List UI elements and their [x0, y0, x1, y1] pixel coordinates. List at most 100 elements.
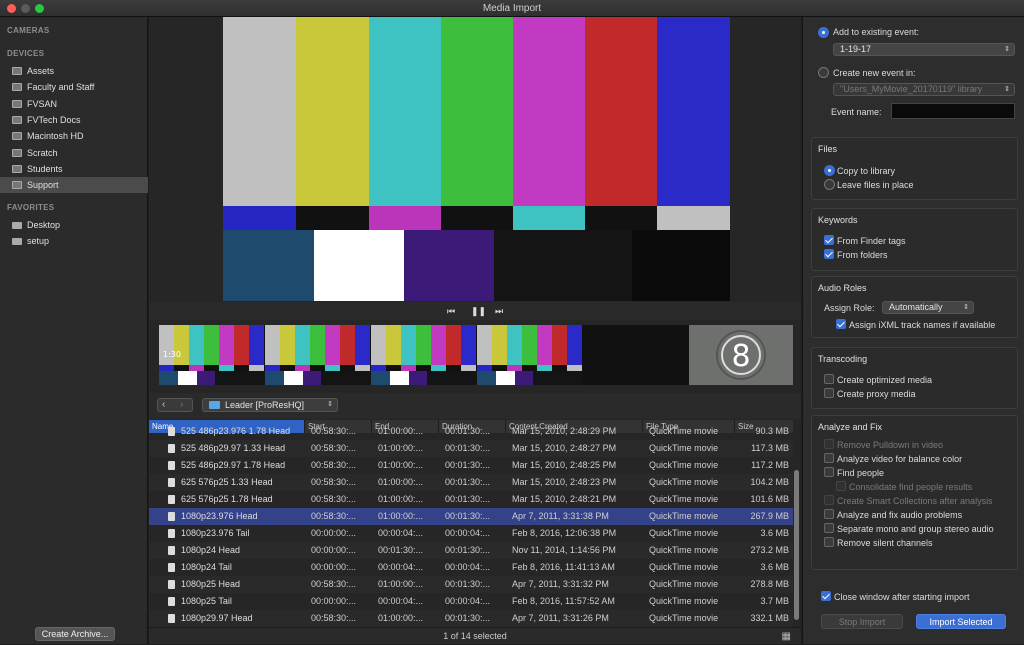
browser-toolbar: ‹ › Leader [ProResHQ] ⇕	[149, 393, 801, 419]
cell-name: 1080p23.976 Head	[181, 511, 258, 521]
sidebar-item-students[interactable]: Students	[0, 161, 148, 177]
table-scrollbar[interactable]	[793, 420, 801, 627]
cell-duration: 00:01:30:...	[445, 494, 491, 504]
table-row[interactable]: 1080p25 Tail 00:00:00:... 00:00:04:... 00:0…	[149, 593, 793, 610]
table-row[interactable]: 525 486p29.97 1.33 Head 00:58:30:... 01:00…	[149, 440, 793, 457]
assign-role-popup[interactable]: Automatically ⇕	[882, 301, 974, 314]
table-row[interactable]: 1080p23.976 Head 00:58:30:... 01:00:00:...…	[149, 508, 793, 525]
assign-ixml-label: Assign iXML track names if available	[849, 320, 996, 330]
sidebar-item-assets[interactable]: Assets	[0, 63, 148, 79]
optimized-media-checkbox[interactable]	[824, 374, 834, 384]
chevron-updown-icon: ⇕	[1004, 86, 1010, 93]
leave-files-radio[interactable]	[824, 179, 835, 190]
balance-color-checkbox[interactable]	[824, 453, 834, 463]
folder-icon	[209, 401, 220, 409]
copy-to-library-radio[interactable]	[824, 165, 835, 176]
forward-icon[interactable]: ›	[180, 399, 183, 411]
movie-file-icon	[168, 512, 175, 521]
table-row[interactable]: 1080p25 Head 00:58:30:... 01:00:00:... 00:0…	[149, 576, 793, 593]
table-row[interactable]: 525 486p29.97 1.78 Head 00:58:30:... 01:00…	[149, 457, 793, 474]
cell-end: 01:00:00:...	[378, 443, 424, 453]
cell-created: Feb 8, 2016, 11:57:52 AM	[512, 596, 615, 606]
assign-role-label: Assign Role:	[824, 303, 875, 313]
drive-icon	[12, 67, 22, 75]
cell-end: 00:00:04:...	[378, 562, 424, 572]
cell-type: QuickTime movie	[649, 596, 719, 606]
cell-end: 00:01:30:...	[378, 545, 424, 555]
add-existing-event-radio[interactable]	[818, 27, 829, 38]
remove-silent-checkbox[interactable]	[824, 537, 834, 547]
proxy-media-checkbox[interactable]	[824, 388, 834, 398]
existing-event-popup[interactable]: 1-19-17 ⇕	[833, 43, 1015, 56]
cell-start: 00:58:30:...	[311, 443, 357, 453]
table-row[interactable]: 525 486p23.976 1.78 Head 00:58:30:... 01:0…	[149, 423, 793, 440]
sidebar-item-faculty-and-staff[interactable]: Faculty and Staff	[0, 79, 148, 95]
library-popup[interactable]: "Users_MyMovie_20170119" library ⇕	[833, 83, 1015, 96]
cell-type: QuickTime movie	[649, 579, 719, 589]
folder-icon	[12, 238, 22, 245]
sidebar-item-fvsan[interactable]: FVSAN	[0, 96, 148, 112]
sidebar-item-scratch[interactable]: Scratch	[0, 145, 148, 161]
sidebar-item-macintosh-hd[interactable]: Macintosh HD	[0, 128, 148, 144]
skip-forward-icon[interactable]: ⏭	[495, 306, 503, 317]
assign-ixml-checkbox[interactable]	[836, 319, 846, 329]
consolidate-people-checkbox[interactable]	[836, 481, 846, 491]
cell-name: 625 576p25 1.78 Head	[181, 494, 273, 504]
separate-mono-checkbox[interactable]	[824, 523, 834, 533]
movie-file-icon	[168, 427, 175, 436]
cell-size: 117.2 MB	[751, 460, 789, 470]
create-new-event-label: Create new event in:	[833, 68, 916, 78]
cell-size: 104.2 MB	[750, 477, 789, 487]
import-selected-button[interactable]: Import Selected	[916, 614, 1006, 629]
scroll-thumb[interactable]	[794, 470, 799, 620]
pause-icon[interactable]: ❚❚	[471, 306, 486, 317]
zoom-window-icon[interactable]	[35, 4, 44, 13]
sidebar-item-desktop[interactable]: Desktop	[0, 217, 148, 233]
filmstrip[interactable]: 8 1:30	[159, 325, 793, 385]
movie-file-icon	[168, 461, 175, 470]
close-window-checkbox[interactable]	[821, 591, 831, 601]
viewer-color-bars	[223, 17, 730, 301]
movie-file-icon	[168, 597, 175, 606]
cell-start: 00:00:00:...	[311, 545, 357, 555]
sidebar-item-fvtech-docs[interactable]: FVTech Docs	[0, 112, 148, 128]
cell-duration: 00:00:04:...	[445, 596, 491, 606]
event-name-field[interactable]	[891, 103, 1015, 119]
table-row[interactable]: 1080p24 Head 00:00:00:... 00:01:30:... 00:0…	[149, 542, 793, 559]
cell-size: 3.7 MB	[760, 596, 789, 606]
fix-audio-checkbox[interactable]	[824, 509, 834, 519]
smart-collections-label: Create Smart Collections after analysis	[837, 496, 993, 506]
table-row[interactable]: 625 576p25 1.78 Head 00:58:30:... 01:00:00…	[149, 491, 793, 508]
find-people-checkbox[interactable]	[824, 467, 834, 477]
table-row[interactable]: 1080p24 Tail 00:00:00:... 00:00:04:... 00:0…	[149, 559, 793, 576]
cell-start: 00:58:30:...	[311, 426, 357, 436]
folder-popup[interactable]: Leader [ProResHQ] ⇕	[202, 398, 338, 412]
back-icon[interactable]: ‹	[162, 399, 165, 411]
smart-collections-checkbox[interactable]	[824, 495, 834, 505]
window-title: Media Import	[482, 3, 542, 14]
drive-icon	[12, 132, 22, 140]
filmstrip-view-icon[interactable]: ▦	[782, 628, 791, 645]
create-archive-button[interactable]: Create Archive...	[35, 627, 115, 641]
title-bar: Media Import	[0, 0, 1024, 17]
event-name-label: Event name:	[831, 107, 882, 117]
from-folders-checkbox[interactable]	[824, 249, 834, 259]
minimize-window-icon[interactable]	[21, 4, 30, 13]
table-row[interactable]: 625 576p25 1.33 Head 00:58:30:... 01:00:00…	[149, 474, 793, 491]
cell-end: 00:00:04:...	[378, 596, 424, 606]
sidebar-item-support[interactable]: Support	[0, 177, 148, 193]
remove-pulldown-checkbox[interactable]	[824, 439, 834, 449]
table-row[interactable]: 1080p29.97 Head 00:58:30:... 01:00:00:... 0…	[149, 610, 793, 627]
cell-size: 101.6 MB	[750, 494, 789, 504]
close-window-icon[interactable]	[7, 4, 16, 13]
stop-import-button[interactable]: Stop Import	[821, 614, 903, 629]
from-finder-tags-checkbox[interactable]	[824, 235, 834, 245]
cell-duration: 00:01:30:...	[445, 460, 491, 470]
cell-created: Feb 8, 2016, 12:06:38 PM	[512, 528, 617, 538]
sidebar-item-setup[interactable]: setup	[0, 233, 148, 249]
folder-icon	[12, 222, 22, 229]
create-new-event-radio[interactable]	[818, 67, 829, 78]
skip-back-icon[interactable]: ⏮	[447, 306, 455, 317]
table-row[interactable]: 1080p23.976 Tail 00:00:00:... 00:00:04:...…	[149, 525, 793, 542]
movie-file-icon	[168, 444, 175, 453]
